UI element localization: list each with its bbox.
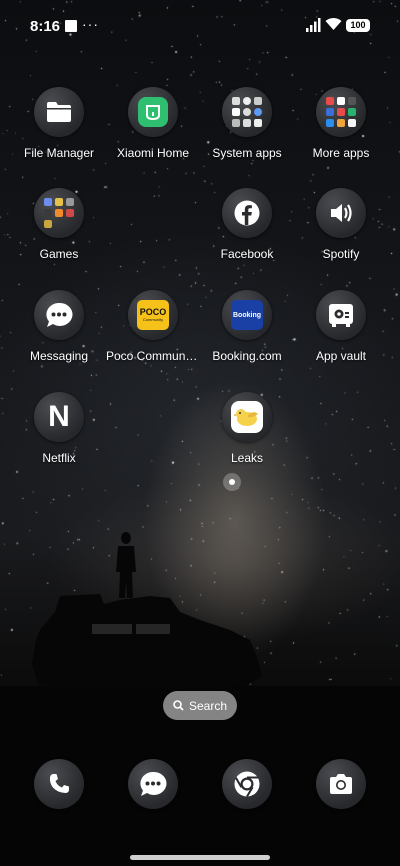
dock-camera[interactable] <box>294 759 388 809</box>
booking-icon: Booking <box>222 290 272 340</box>
messages-icon <box>128 759 178 809</box>
dock-chrome[interactable] <box>200 759 294 809</box>
leaks-bird-icon <box>222 392 272 442</box>
search-button[interactable]: Search <box>163 691 237 720</box>
poco-logo-text: POCO <box>139 307 167 317</box>
folder-more-apps-icon <box>316 87 366 137</box>
app-vault[interactable]: App vault <box>294 290 388 363</box>
folder-games-icon <box>34 188 84 238</box>
app-label: Messaging <box>29 349 89 363</box>
app-label: Xiaomi Home <box>116 146 190 160</box>
app-label: Leaks <box>230 451 264 465</box>
app-poco-community[interactable]: POCO Community Poco Communi… <box>106 290 200 363</box>
app-messaging[interactable]: Messaging <box>12 290 106 363</box>
netflix-icon: N <box>34 392 84 442</box>
app-label: System apps <box>212 146 282 160</box>
app-label: Poco Communi… <box>106 349 200 363</box>
app-label: Booking.com <box>212 349 282 363</box>
wifi-icon <box>325 17 342 30</box>
app-xiaomi-home[interactable]: Xiaomi Home <box>106 87 200 160</box>
battery-indicator: 100 <box>346 19 370 32</box>
facebook-icon <box>222 188 272 238</box>
app-leaks[interactable]: Leaks <box>200 392 294 465</box>
app-booking[interactable]: Booking Booking.com <box>200 290 294 363</box>
spotify-icon <box>316 188 366 238</box>
booking-logo-text: Booking <box>233 311 261 319</box>
app-label: File Manager <box>23 146 95 160</box>
dock-phone[interactable] <box>12 759 106 809</box>
chrome-icon <box>222 759 272 809</box>
search-icon <box>173 700 184 711</box>
folder-more-apps[interactable]: More apps <box>294 87 388 160</box>
poco-community-icon: POCO Community <box>128 290 178 340</box>
netflix-logo-letter: N <box>48 400 70 433</box>
app-file-manager[interactable]: File Manager <box>12 87 106 160</box>
status-bar: 8:16 ··· 100 <box>0 0 400 52</box>
app-vault-icon <box>316 290 366 340</box>
folder-games[interactable]: Games <box>12 188 106 261</box>
folder-system-apps[interactable]: System apps <box>200 87 294 160</box>
app-label: More apps <box>312 146 370 160</box>
app-label: Games <box>39 247 79 261</box>
more-notifications-indicator: ··· <box>82 16 99 32</box>
app-label: Netflix <box>42 451 76 465</box>
notification-square-icon <box>65 20 77 32</box>
folder-system-apps-icon <box>222 87 272 137</box>
app-netflix[interactable]: N Netflix <box>12 392 106 465</box>
app-label: Facebook <box>220 247 274 261</box>
app-spotify[interactable]: Spotify <box>294 188 388 261</box>
xiaomi-home-icon <box>128 87 178 137</box>
dock-messages[interactable] <box>106 759 200 809</box>
phone-icon <box>34 759 84 809</box>
app-facebook[interactable]: Facebook <box>200 188 294 261</box>
messaging-icon <box>34 290 84 340</box>
app-label: Spotify <box>322 247 360 261</box>
search-label: Search <box>188 698 228 713</box>
folder-icon <box>34 87 84 137</box>
gesture-navigation-bar[interactable] <box>130 855 270 860</box>
camera-icon <box>316 759 366 809</box>
cellular-signal-icon <box>306 18 321 32</box>
status-time: 8:16 <box>30 18 61 35</box>
app-label: App vault <box>315 349 367 363</box>
poco-logo-subtext: Community <box>142 317 164 322</box>
